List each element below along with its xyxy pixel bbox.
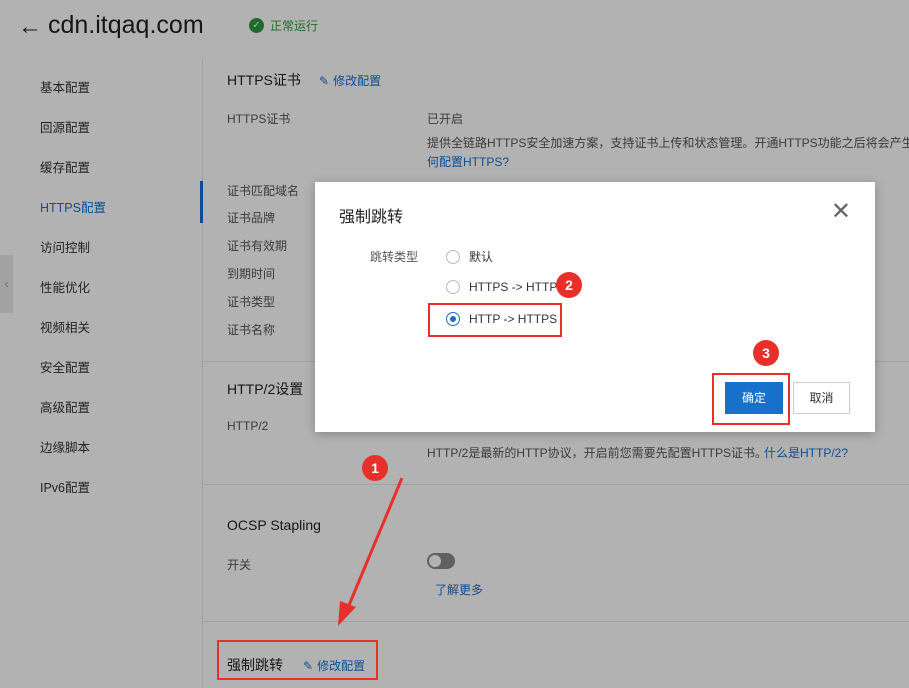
cancel-button[interactable]: 取消 xyxy=(793,382,850,414)
dialog-title: 强制跳转 xyxy=(339,209,404,226)
radio-button[interactable] xyxy=(446,280,460,294)
force-redirect-dialog: 强制跳转 ✕ 跳转类型 默认 HTTPS -> HTTP HTTP -> HTT… xyxy=(315,182,875,432)
highlight-box-http-to-https xyxy=(428,303,562,337)
radio-button[interactable] xyxy=(446,249,460,264)
close-icon[interactable]: ✕ xyxy=(831,198,851,226)
radio-option-default[interactable]: 默认 xyxy=(446,248,493,265)
highlight-box-confirm xyxy=(712,373,790,425)
radio-option-label: HTTPS -> HTTP xyxy=(469,280,558,294)
annotation-badge-3: 3 xyxy=(753,340,779,366)
annotation-badge-2: 2 xyxy=(556,272,582,298)
cdn-domain-config-page: ← cdn.itqaq.com ✓ 正常运行 基本配置 回源配置 缓存配置 HT… xyxy=(0,0,909,688)
highlight-box-force-redirect xyxy=(217,640,378,680)
annotation-badge-1: 1 xyxy=(362,455,388,481)
redirect-type-label: 跳转类型 xyxy=(370,250,419,264)
radio-option-https-to-http[interactable]: HTTPS -> HTTP xyxy=(446,280,557,294)
radio-option-label: 默认 xyxy=(469,250,494,264)
